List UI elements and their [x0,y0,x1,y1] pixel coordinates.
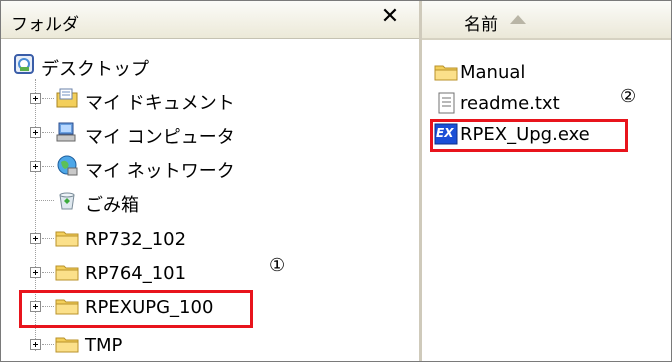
folder-pane-title: フォルダ [11,15,79,35]
explorer-window: フォルダ ✕ デスクトップ マイ ドキュメント マイ コンピュータ マイ ネット… [0,0,672,362]
expand-icon[interactable] [30,93,41,104]
file-item-manual[interactable]: Manual [422,59,671,87]
expand-icon[interactable] [30,267,41,278]
tree-label-folder: RP764_101 [85,263,187,284]
folder-icon [434,65,458,81]
tree-item-folder[interactable]: RP764_101 [1,259,419,289]
tree-connector [42,272,54,273]
file-list-pane: 名前 Manual readme.txt ② EX RPEX_Upg.exe [422,1,671,361]
tree-connector [42,238,54,239]
tree-label-my-network: マイ ネットワーク [85,161,235,182]
tree-connector [42,344,54,345]
tree-item-folder[interactable]: RP732_102 [1,225,419,255]
column-header-name[interactable]: 名前 [422,1,671,40]
tree-item-desktop[interactable]: デスクトップ [1,51,419,81]
expand-icon[interactable] [30,339,41,350]
folder-icon [55,337,79,353]
expand-icon[interactable] [30,233,41,244]
highlight-box-folder [19,290,253,328]
tree-item-recycle-bin[interactable]: ごみ箱 [1,187,419,217]
tree-label-folder: RP732_102 [85,229,187,250]
tree-item-folder[interactable]: TMP [1,331,419,361]
recycle-bin-icon [59,192,75,210]
tree-connector [42,132,54,133]
column-header-label: 名前 [464,15,498,35]
tree-label-my-documents: マイ ドキュメント [85,93,235,114]
file-name: readme.txt [460,93,560,114]
tree-label-folder: TMP [85,335,123,356]
tree-label-desktop: デスクトップ [41,59,149,80]
expand-icon[interactable] [30,127,41,138]
file-name: Manual [460,62,526,83]
tree-connector [42,98,54,99]
tree-item-my-network[interactable]: マイ ネットワーク [1,153,419,183]
network-icon [57,155,78,176]
tree-label-my-computer: マイ コンピュータ [85,127,235,148]
tree-item-my-documents[interactable]: マイ ドキュメント [1,85,419,115]
sort-ascending-icon [510,15,526,24]
my-computer-icon [56,122,76,142]
expand-icon[interactable] [30,161,41,172]
text-file-icon [438,92,455,114]
tree-label-recycle-bin: ごみ箱 [85,195,139,216]
my-documents-icon [56,88,78,108]
annotation-marker-2: ② [620,86,637,107]
close-icon[interactable]: ✕ [379,6,401,28]
folder-pane: フォルダ ✕ デスクトップ マイ ドキュメント マイ コンピュータ マイ ネット… [1,1,422,361]
desktop-icon [14,54,34,74]
highlight-box-exe [430,119,628,152]
folder-pane-header: フォルダ ✕ [1,1,419,39]
tree-connector [36,200,54,201]
folder-icon [55,265,79,281]
tree-item-my-computer[interactable]: マイ コンピュータ [1,119,419,149]
folder-icon [55,231,79,247]
tree-connector [42,166,54,167]
annotation-marker-1: ① [269,255,286,276]
